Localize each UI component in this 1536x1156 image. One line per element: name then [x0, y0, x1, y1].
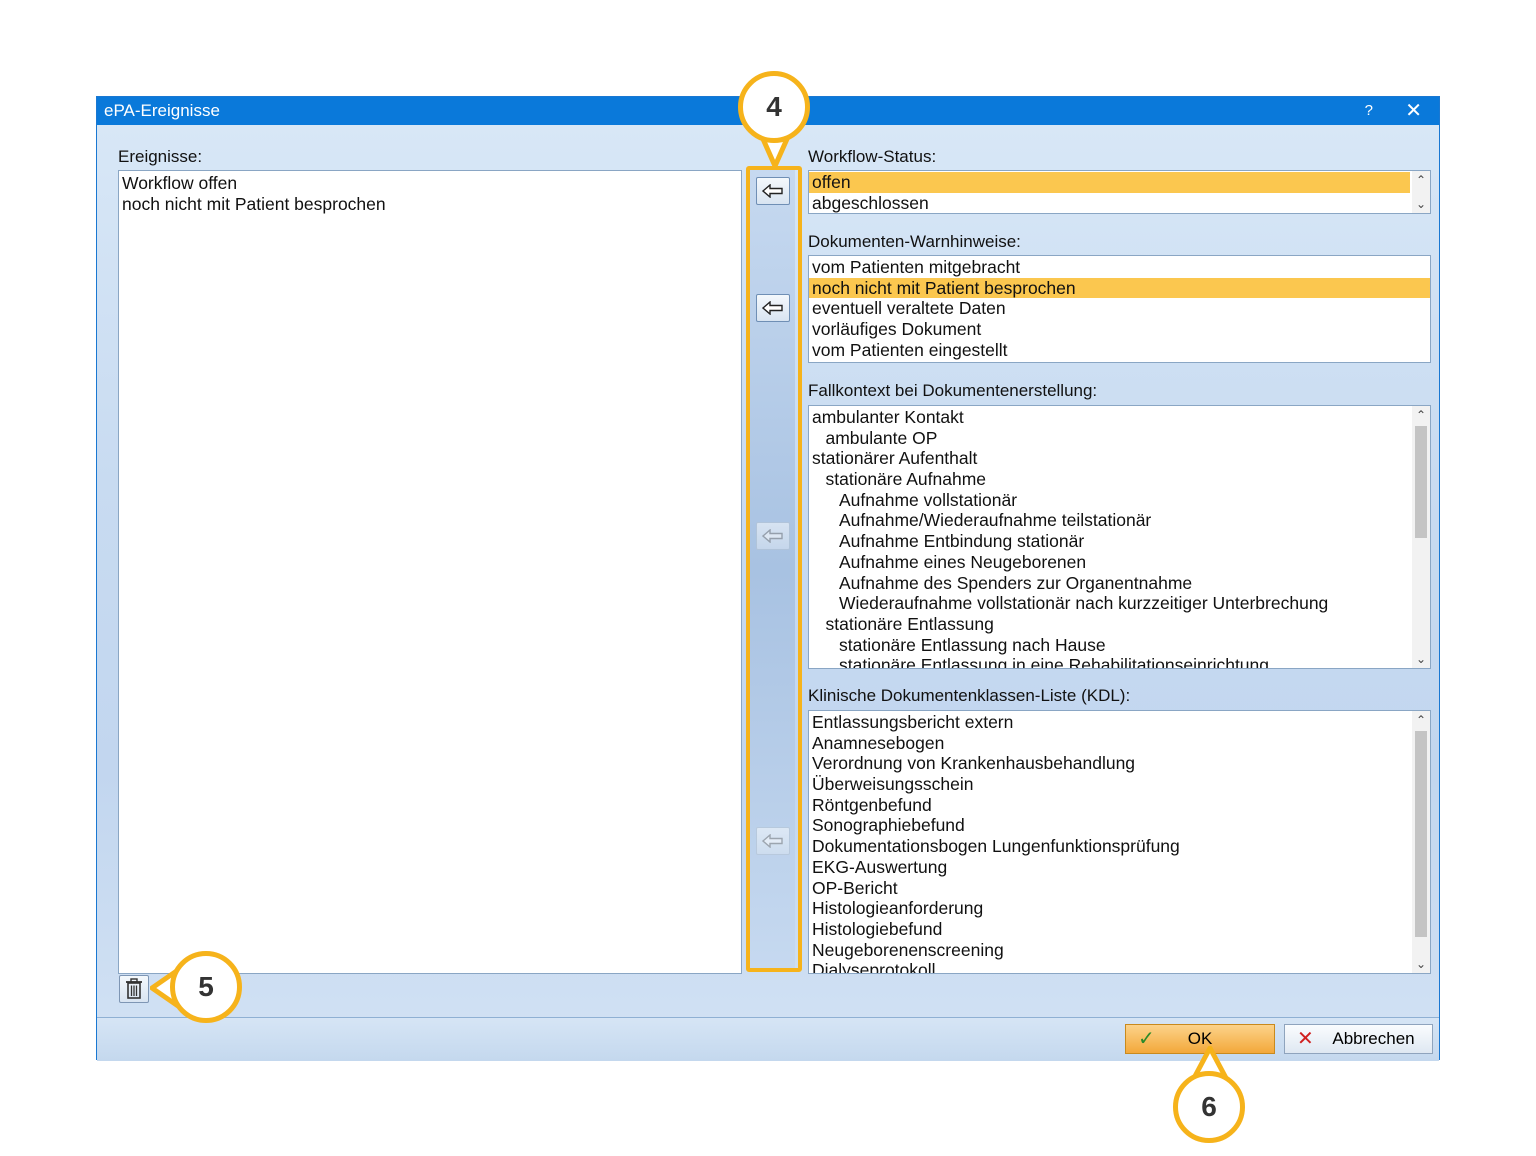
list-item[interactable]: offen [809, 172, 1410, 193]
list-item[interactable]: noch nicht mit Patient besprochen [809, 277, 1430, 299]
list-item[interactable]: EKG-Auswertung [809, 857, 1410, 878]
events-label: Ereignisse: [118, 147, 203, 166]
list-item[interactable]: vorläufiges Dokument [809, 319, 1430, 340]
add-warning-button[interactable] [756, 294, 790, 322]
dialog-footer: ✓ OK ✕ Abbrechen [97, 1017, 1439, 1061]
list-item[interactable]: stationärer Aufenthalt [809, 448, 1410, 469]
transfer-column [749, 170, 795, 970]
kdl-label: Klinische Dokumentenklassen-Liste (KDL): [808, 686, 1131, 705]
list-item[interactable]: Aufnahme Entbindung stationär [809, 531, 1410, 552]
workflow-status-list[interactable]: offen abgeschlossen ⌃ ⌄ [808, 170, 1431, 214]
scrollbar[interactable]: ⌃ ⌄ [1412, 711, 1430, 973]
list-item[interactable]: stationäre Entlassung in eine Rehabilita… [809, 655, 1410, 668]
close-icon: ✕ [1297, 1028, 1314, 1050]
list-item[interactable]: noch nicht mit Patient besprochen [119, 194, 741, 215]
trash-icon [126, 978, 142, 999]
list-item[interactable]: Wiederaufnahme vollstationär nach kurzze… [809, 593, 1410, 614]
list-item[interactable]: Anamnesebogen [809, 733, 1410, 754]
list-item[interactable]: Neugeborenenscreening [809, 940, 1410, 961]
events-list[interactable]: Workflow offen noch nicht mit Patient be… [118, 170, 742, 974]
case-context-list[interactable]: ambulanter Kontakt ambulante OP stationäre… [808, 405, 1431, 669]
list-item[interactable]: OP-Bericht [809, 878, 1410, 899]
list-item[interactable]: Aufnahme/Wiederaufnahme teilstationär [809, 510, 1410, 531]
callout-4: 4 [738, 71, 810, 143]
arrow-left-icon [761, 528, 783, 544]
list-item[interactable]: Überweisungsschein [809, 774, 1410, 795]
list-item[interactable]: stationäre Entlassung [809, 614, 1410, 635]
scrollbar[interactable]: ⌃ ⌄ [1412, 171, 1430, 213]
list-item[interactable]: Dialyseprotokoll [809, 960, 1410, 973]
kdl-list[interactable]: Entlassungsbericht extern Anamnesebogen Ve… [808, 710, 1431, 974]
list-item[interactable]: Röntgenbefund [809, 795, 1410, 816]
scroll-up-icon[interactable]: ⌃ [1412, 406, 1430, 424]
scroll-down-icon[interactable]: ⌄ [1412, 955, 1430, 973]
arrow-left-icon [761, 833, 783, 849]
list-item[interactable]: Aufnahme des Spenders zur Organentnahme [809, 573, 1410, 594]
help-icon[interactable]: ? [1365, 97, 1373, 125]
close-icon[interactable]: ✕ [1405, 97, 1422, 125]
list-item[interactable]: Aufnahme eines Neugeborenen [809, 552, 1410, 573]
cancel-button-label: Abbrechen [1332, 1029, 1415, 1048]
cancel-button[interactable]: ✕ Abbrechen [1284, 1024, 1433, 1054]
list-item[interactable]: vom Patienten eingestellt [809, 340, 1430, 361]
list-item[interactable]: stationäre Entlassung nach Hause [809, 635, 1410, 656]
scroll-thumb[interactable] [1415, 426, 1427, 538]
warnings-label: Dokumenten-Warnhinweise: [808, 232, 1021, 251]
add-kdl-button[interactable] [756, 827, 790, 855]
window-title: ePA-Ereignisse [104, 101, 220, 120]
list-item[interactable]: stationäre Aufnahme [809, 469, 1410, 490]
workflow-status-label: Workflow-Status: [808, 147, 937, 166]
list-item[interactable]: Sonographiebefund [809, 815, 1410, 836]
list-item[interactable]: Entlassungsbericht extern [809, 712, 1410, 733]
arrow-left-icon [761, 183, 783, 199]
list-item[interactable]: ambulante OP [809, 428, 1410, 449]
list-item[interactable]: Histologieanforderung [809, 898, 1410, 919]
list-item[interactable]: abgeschlossen [809, 193, 1410, 213]
list-item[interactable]: eventuell veraltete Daten [809, 298, 1430, 319]
list-item[interactable]: vom Patienten mitgebracht [809, 257, 1430, 278]
case-context-label: Fallkontext bei Dokumentenerstellung: [808, 381, 1098, 400]
add-workflow-status-button[interactable] [756, 177, 790, 205]
scroll-thumb[interactable] [1415, 731, 1427, 937]
scroll-up-icon[interactable]: ⌃ [1412, 711, 1430, 729]
list-item[interactable]: Dokumentationsbogen Lungenfunktionsprüfu… [809, 836, 1410, 857]
scrollbar[interactable]: ⌃ ⌄ [1412, 406, 1430, 668]
list-item[interactable]: Histologiebefund [809, 919, 1410, 940]
scroll-down-icon[interactable]: ⌄ [1412, 650, 1430, 668]
epa-events-dialog: ePA-Ereignisse ? ✕ Ereignisse: Workflow … [96, 96, 1440, 1061]
list-item[interactable]: Verordnung von Krankenhausbehandlung [809, 753, 1410, 774]
callout-6: 6 [1173, 1071, 1245, 1143]
list-item[interactable]: Workflow offen [119, 173, 741, 194]
list-item[interactable]: ambulanter Kontakt [809, 407, 1410, 428]
add-case-context-button[interactable] [756, 522, 790, 550]
warnings-list[interactable]: vom Patienten mitgebracht noch nicht mit … [808, 255, 1431, 363]
scroll-down-icon[interactable]: ⌄ [1412, 195, 1430, 213]
arrow-left-icon [761, 300, 783, 316]
delete-button[interactable] [119, 975, 149, 1003]
callout-5: 5 [170, 951, 242, 1023]
scroll-up-icon[interactable]: ⌃ [1412, 171, 1430, 189]
list-item[interactable]: Aufnahme vollstationär [809, 490, 1410, 511]
